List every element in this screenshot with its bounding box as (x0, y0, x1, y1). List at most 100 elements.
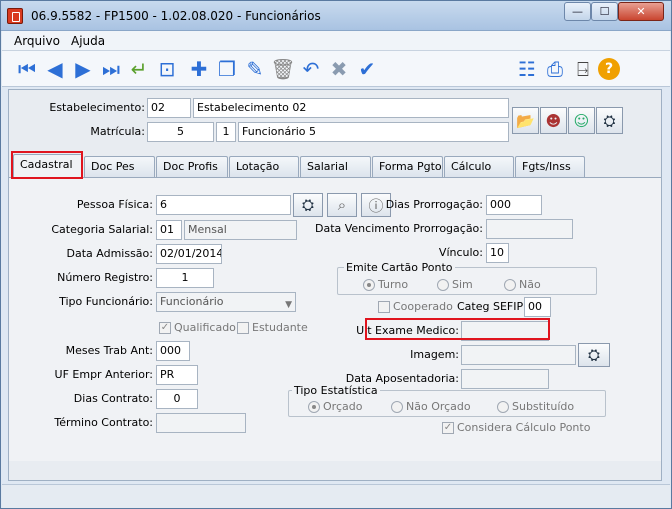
estat-orcado-label: Orçado (323, 400, 363, 413)
people-icon[interactable]: ☻ (540, 107, 567, 134)
tab-bar: Cadastral Doc Pes Doc Profis Lotação Sal… (9, 154, 661, 179)
chevron-down-icon: ▼ (285, 300, 292, 310)
estabelecimento-name-field: Estabelecimento 02 (193, 98, 509, 118)
dias-contrato-label: Dias Contrato: (73, 392, 153, 405)
registro-field[interactable]: 1 (156, 268, 214, 288)
vinculo-label: Vínculo: (438, 246, 483, 259)
admissao-label: Data Admissão: (66, 247, 154, 260)
new-record-icon[interactable]: ✚ (186, 56, 212, 82)
print-icon[interactable]: ⎙ (542, 56, 568, 82)
last-record-icon[interactable]: ⏭ (98, 56, 124, 82)
first-record-icon[interactable]: ⏮ (14, 56, 40, 82)
admissao-field[interactable]: 02/01/2014 (156, 244, 222, 264)
uf-field[interactable]: PR (156, 365, 198, 385)
highlight-tab-cadastral (11, 151, 83, 179)
window-title: 06.9.5582 - FP1500 - 1.02.08.020 - Funci… (31, 9, 321, 23)
vinculo-field[interactable]: 10 (486, 243, 509, 263)
delete-icon[interactable]: 🗑 (270, 56, 296, 82)
categoria-name-field: Mensal (184, 220, 297, 240)
undo-icon[interactable]: ↶ (298, 56, 324, 82)
previous-record-icon[interactable]: ◀ (42, 56, 68, 82)
emite-turno-radio[interactable] (363, 279, 375, 291)
imagem-camera-icon[interactable]: ⛭ (578, 343, 610, 367)
considera-label: Considera Cálculo Ponto (457, 421, 591, 434)
termino-field (156, 413, 246, 433)
minimize-button[interactable]: — (564, 2, 591, 21)
cooperado-label: Cooperado (393, 300, 453, 313)
emite-cartao-title: Emite Cartão Ponto (344, 261, 455, 274)
sefip-field[interactable]: 00 (524, 297, 551, 317)
edit-icon[interactable]: ✎ (242, 56, 268, 82)
estat-substituido-radio[interactable] (497, 401, 509, 413)
venc-prorrog-field (486, 219, 573, 239)
tab-fgts-inss[interactable]: Fgts/Inss (515, 156, 585, 178)
matricula-label: Matrícula: (90, 125, 145, 138)
cancel-icon[interactable]: ✖ (326, 56, 352, 82)
emite-nao-label: Não (519, 278, 541, 291)
pessoa-camera-icon[interactable]: ⛭ (293, 193, 323, 217)
help-icon[interactable]: ? (598, 58, 620, 80)
tipo-func-select[interactable]: Funcionário ▼ (156, 292, 296, 312)
matricula-seq-field: 1 (216, 122, 236, 142)
folder-icon[interactable]: 📂 (512, 107, 539, 134)
menu-arquivo[interactable]: Arquivo (14, 34, 60, 48)
tipo-func-label: Tipo Funcionário: (59, 295, 153, 308)
tipo-estat-title: Tipo Estatística (292, 384, 380, 397)
emite-sim-label: Sim (452, 278, 473, 291)
registro-label: Número Registro: (57, 271, 153, 284)
goto-icon[interactable]: ↵ (126, 56, 152, 82)
menu-bar: Arquivo Ajuda (2, 31, 670, 51)
tab-calculo[interactable]: Cálculo (444, 156, 514, 178)
considera-checkbox[interactable]: ✓ (442, 422, 454, 434)
emite-nao-radio[interactable] (504, 279, 516, 291)
uf-label: UF Empr Anterior: (54, 368, 153, 381)
tab-forma-pgto[interactable]: Forma Pgto (372, 156, 443, 178)
camera-icon[interactable]: ⛭ (596, 107, 623, 134)
dias-prorrog-field[interactable]: 000 (486, 195, 542, 215)
tab-lotacao[interactable]: Lotação (229, 156, 299, 178)
estat-nao-orcado-radio[interactable] (391, 401, 403, 413)
estat-orcado-radio[interactable] (308, 401, 320, 413)
menu-ajuda[interactable]: Ajuda (71, 34, 105, 48)
confirm-icon[interactable]: ✔ (354, 56, 380, 82)
copy-icon[interactable]: ❐ (214, 56, 240, 82)
tab-salarial[interactable]: Salarial (300, 156, 371, 178)
matricula-field[interactable]: 5 (147, 122, 214, 142)
tab-doc-pes[interactable]: Doc Pes (84, 156, 155, 178)
maximize-button[interactable]: ☐ (591, 2, 618, 21)
pessoa-fisica-field[interactable]: 6 (156, 195, 291, 215)
highlight-ult-exame (365, 318, 550, 340)
tab-doc-profis[interactable]: Doc Profis (156, 156, 228, 178)
estudante-checkbox[interactable] (237, 322, 249, 334)
app-icon (7, 8, 23, 24)
person-icon[interactable]: ☺ (568, 107, 595, 134)
categoria-code-field[interactable]: 01 (156, 220, 182, 240)
emite-sim-radio[interactable] (437, 279, 449, 291)
estabelecimento-code-field[interactable]: 02 (147, 98, 191, 118)
matricula-name-field: Funcionário 5 (238, 122, 509, 142)
cooperado-checkbox[interactable] (378, 301, 390, 313)
search-icon[interactable]: ⊡ (154, 56, 180, 82)
imagem-label: Imagem: (410, 348, 459, 361)
meses-field[interactable]: 000 (156, 341, 190, 361)
cadastral-panel: Pessoa Física: 6 ⛭ ⌕ ⓘ Categoria Salaria… (9, 177, 661, 461)
categoria-label: Categoria Salarial: (51, 223, 153, 236)
dias-contrato-field[interactable]: 0 (156, 389, 198, 409)
tipo-func-value: Funcionário (160, 295, 224, 308)
emite-turno-label: Turno (378, 278, 409, 291)
close-button[interactable]: ✕ (618, 2, 664, 21)
imagem-field (461, 345, 576, 365)
header-section: Estabelecimento: 02 Estabelecimento 02 M… (9, 90, 661, 146)
next-record-icon[interactable]: ▶ (70, 56, 96, 82)
exit-icon[interactable]: ⍈ (570, 56, 596, 82)
qualificado-checkbox[interactable]: ✓ (159, 322, 171, 334)
pessoa-fisica-label: Pessoa Física: (76, 198, 153, 211)
estudante-label: Estudante (252, 321, 308, 334)
toolbar: ⏮ ◀ ▶ ⏭ ↵ ⊡ ✚ ❐ ✎ 🗑 ↶ ✖ ✔ ☷ ⎙ ⍈ ? (2, 51, 670, 87)
estabelecimento-label: Estabelecimento: (49, 101, 145, 114)
aposentadoria-field (461, 369, 549, 389)
venc-prorrog-label: Data Vencimento Prorrogação: (314, 222, 483, 235)
hierarchy-icon[interactable]: ☷ (514, 56, 540, 82)
estat-substituido-label: Substituído (512, 400, 575, 413)
pessoa-search-icon[interactable]: ⌕ (327, 193, 357, 217)
